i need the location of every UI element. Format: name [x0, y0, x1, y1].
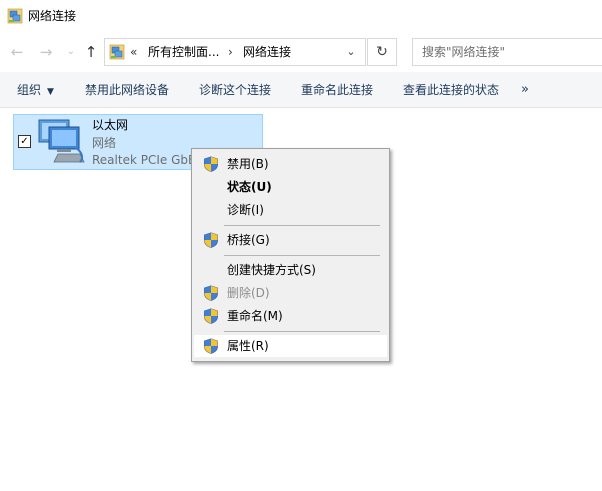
menu-item-label: 禁用(B)	[227, 157, 269, 171]
uac-shield-icon	[203, 338, 219, 354]
forward-icon[interactable]: →	[37, 43, 55, 61]
menu-item-create-shortcut[interactable]: 创建快捷方式(S)	[194, 259, 387, 281]
menu-item-disable[interactable]: 禁用(B)	[194, 153, 387, 175]
disable-device-button[interactable]: 禁用此网络设备	[85, 82, 169, 98]
uac-shield-icon	[203, 308, 219, 324]
breadcrumb-separator[interactable]: ›	[228, 44, 233, 60]
menu-item-label: 属性(R)	[227, 339, 269, 353]
title-bar: 网络连接	[0, 0, 602, 32]
menu-item-label: 重命名(M)	[227, 309, 283, 323]
organize-dropdown-icon: ▼	[47, 87, 54, 97]
menu-separator	[224, 225, 380, 226]
uac-shield-icon	[203, 285, 219, 301]
recent-locations-icon[interactable]: ⌄	[62, 43, 80, 61]
menu-item-rename[interactable]: 重命名(M)	[194, 305, 387, 327]
control-panel-icon	[109, 44, 125, 60]
refresh-icon[interactable]: ↻	[367, 38, 397, 66]
window-title: 网络连接	[28, 9, 77, 23]
address-history-dropdown-icon[interactable]: ⌄	[343, 43, 359, 61]
uac-shield-icon	[203, 232, 219, 248]
view-status-button[interactable]: 查看此连接的状态	[403, 82, 499, 98]
menu-item-delete: 删除(D)	[194, 282, 387, 304]
network-connections-icon	[7, 8, 23, 24]
ethernet-adapter-icon	[38, 119, 85, 163]
search-input[interactable]: 搜索"网络连接"	[412, 38, 602, 66]
menu-item-status[interactable]: 状态(U)	[194, 176, 387, 198]
menu-separator	[224, 331, 380, 332]
adapter-name: Realtek PCIe GbE Family Controller	[92, 153, 192, 167]
connection-type: 网络	[92, 136, 117, 150]
menu-item-label: 创建快捷方式(S)	[227, 263, 316, 277]
organize-button[interactable]: 组织 ▼	[17, 82, 54, 100]
menu-separator	[224, 255, 380, 256]
menu-item-label: 诊断(I)	[227, 203, 264, 217]
more-commands-icon[interactable]: »	[521, 82, 529, 98]
menu-item-diagnose[interactable]: 诊断(I)	[194, 199, 387, 221]
breadcrumb-control-panel[interactable]: 所有控制面...	[148, 44, 219, 60]
menu-item-properties[interactable]: 属性(R)	[194, 335, 387, 357]
command-bar: 组织 ▼ 禁用此网络设备 诊断这个连接 重命名此连接 查看此连接的状态 »	[0, 72, 602, 108]
breadcrumb-overflow[interactable]: «	[130, 44, 137, 60]
navigation-bar: ← → ⌄ ↑ « 所有控制面... › 网络连接 ⌄ ↻ 搜索"网络连接"	[0, 32, 602, 72]
rename-connection-button[interactable]: 重命名此连接	[301, 82, 373, 98]
context-menu: 禁用(B) 状态(U) 诊断(I) 桥接(G) 创建快捷方式(S) 删除(D) …	[191, 148, 390, 362]
search-placeholder: 搜索"网络连接"	[422, 45, 506, 59]
diagnose-connection-button[interactable]: 诊断这个连接	[199, 82, 271, 98]
menu-item-bridge[interactable]: 桥接(G)	[194, 229, 387, 251]
address-bar[interactable]: « 所有控制面... › 网络连接 ⌄	[104, 38, 366, 66]
organize-label: 组织	[17, 83, 42, 97]
menu-item-label: 删除(D)	[227, 286, 270, 300]
menu-item-label: 桥接(G)	[227, 233, 270, 247]
back-icon[interactable]: ←	[8, 43, 26, 61]
breadcrumb-network-connections[interactable]: 网络连接	[243, 44, 291, 60]
menu-item-label: 状态(U)	[227, 180, 272, 194]
connection-name: 以太网	[92, 118, 129, 132]
up-icon[interactable]: ↑	[82, 43, 100, 61]
uac-shield-icon	[203, 156, 219, 172]
item-checkbox[interactable]: ✓	[18, 135, 31, 148]
